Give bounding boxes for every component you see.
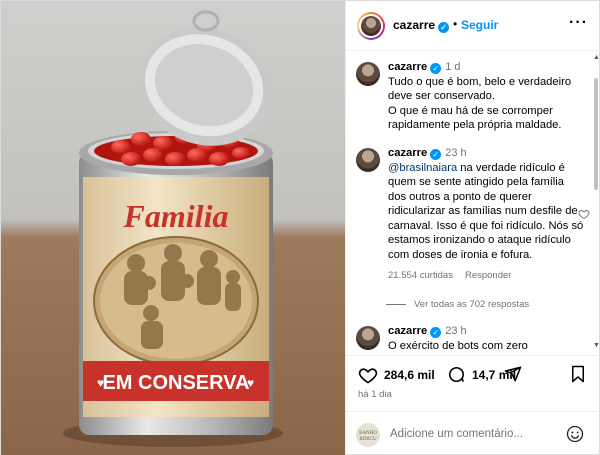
share-action[interactable]: [504, 365, 522, 383]
comment-time[interactable]: 23 h: [445, 325, 466, 337]
comment-username[interactable]: cazarre: [388, 325, 427, 337]
post-header: cazarre ✓ • Seguir ···: [346, 1, 600, 51]
like-comment-heart-icon[interactable]: [578, 208, 590, 220]
comment-text: na verdade ridículo é quem se sente atin…: [388, 161, 584, 261]
can-banner: EM CONSERVA: [102, 372, 249, 394]
comment-username[interactable]: cazarre: [388, 61, 427, 73]
comment-meta: 21.554 curtidas Responder: [388, 269, 584, 284]
can-title: Familia: [123, 198, 229, 234]
current-user-avatar: BANHO RIDICU: [356, 423, 380, 447]
header-username[interactable]: cazarre ✓: [393, 18, 450, 33]
heart-icon[interactable]: [358, 365, 378, 385]
action-bar: 284,6 mil 14,7 mil: [346, 355, 600, 391]
comment-text: O exército de bots com zero: [388, 339, 528, 352]
emoji-icon[interactable]: [566, 425, 584, 443]
username-text[interactable]: cazarre: [393, 18, 435, 32]
header-separator: •: [453, 17, 458, 31]
caption-line-2: O que é mau há de se corromper rapidamen…: [388, 104, 562, 132]
verified-icon: ✓: [430, 149, 442, 160]
add-comment-row: BANHO RIDICU: [346, 411, 600, 455]
comment-likes[interactable]: 21.554 curtidas: [388, 270, 453, 281]
post-image[interactable]: Familia EM CONSERVA ♥ ♥: [1, 1, 345, 455]
verified-icon: ✓: [430, 63, 442, 74]
can-illustration: Familia EM CONSERVA ♥ ♥: [63, 10, 283, 447]
avatar[interactable]: [356, 326, 380, 350]
reply-button[interactable]: Responder: [465, 270, 511, 281]
comment-username[interactable]: cazarre: [388, 147, 427, 159]
more-options-icon[interactable]: ···: [569, 14, 588, 32]
banner-heart-right: ♥: [247, 376, 254, 390]
post-side-panel: cazarre ✓ • Seguir ··· cazarre ✓ 1 d Tudo o…: [345, 1, 600, 455]
likes-count[interactable]: 284,6 mil: [384, 368, 435, 382]
add-comment-input[interactable]: [390, 428, 560, 440]
avatar: [361, 16, 381, 36]
comment-bubble-icon[interactable]: [447, 365, 466, 384]
scroll-down-arrow-icon[interactable]: ▼: [593, 342, 600, 349]
scroll-up-arrow-icon[interactable]: ▲: [593, 54, 600, 61]
caption-line-1: Tudo o que é bom, belo e verdadeiro deve…: [388, 75, 572, 103]
svg-text:BANHO: BANHO: [359, 431, 377, 436]
verified-icon: ✓: [430, 327, 442, 338]
comments-list: cazarre ✓ 1 d Tudo o que é bom, belo e ver…: [346, 52, 600, 354]
scrollbar-thumb[interactable]: [594, 78, 598, 190]
avatar[interactable]: [356, 62, 380, 86]
post-date[interactable]: há 1 dia: [358, 389, 392, 400]
comment-time[interactable]: 23 h: [445, 147, 466, 159]
story-avatar[interactable]: [357, 12, 385, 40]
bookmark-icon[interactable]: [570, 365, 586, 383]
view-all-replies[interactable]: Ver todas as 702 respostas: [386, 299, 529, 310]
comment-time[interactable]: 1 d: [445, 61, 460, 73]
avatar-logo: BANHO RIDICU: [359, 431, 377, 442]
comments-scrollbar[interactable]: ▲ ▼: [593, 52, 600, 354]
like-action[interactable]: 284,6 mil: [358, 365, 435, 385]
follow-button[interactable]: Seguir: [461, 18, 498, 32]
save-action[interactable]: [570, 365, 586, 383]
svg-text:RIDICU: RIDICU: [359, 437, 377, 442]
view-all-label[interactable]: Ver todas as 702 respostas: [414, 299, 529, 310]
avatar[interactable]: [356, 148, 380, 172]
banner-heart-left: ♥: [97, 376, 104, 390]
share-send-icon[interactable]: [504, 365, 522, 383]
verified-icon: ✓: [438, 22, 450, 33]
instagram-post: Familia EM CONSERVA ♥ ♥ cazarre ✓ • Segu…: [0, 0, 600, 455]
mention-link[interactable]: @brasilnaiara: [388, 162, 457, 174]
